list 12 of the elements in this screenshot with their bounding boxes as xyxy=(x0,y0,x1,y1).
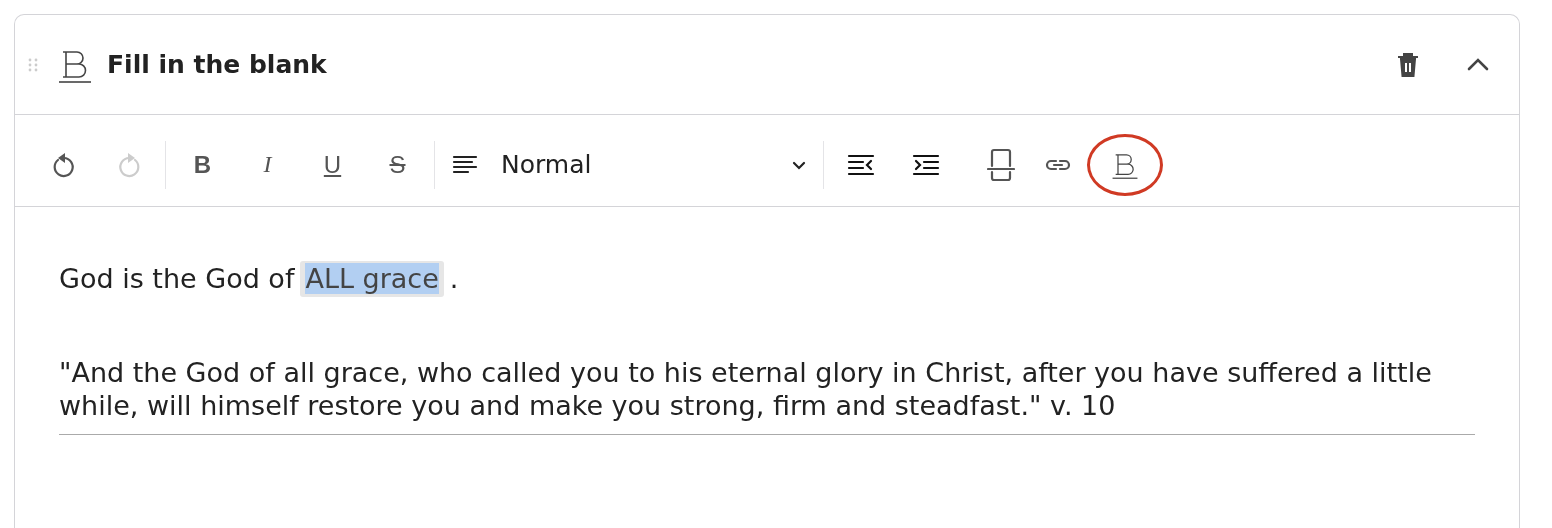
strike-button[interactable]: S xyxy=(365,144,430,185)
italic-button[interactable]: I xyxy=(235,144,300,185)
format-dropdown[interactable]: Normal xyxy=(439,144,819,185)
period-text: . xyxy=(449,263,459,296)
bold-button[interactable]: B xyxy=(170,144,235,185)
block-title: Fill in the blank xyxy=(107,50,328,79)
sentence-text: God is the God of xyxy=(59,263,295,296)
blank-answer[interactable]: ALL grace xyxy=(300,261,444,298)
underline-button[interactable]: U xyxy=(300,144,365,185)
quote-paragraph: "And the God of all grace, who called you to his eternal glory in Christ, after you have suffered a little while, will himself restore you and make you strong, firm and steadfast." v. 10 xyxy=(59,357,1433,423)
blank-button[interactable] xyxy=(1087,133,1163,196)
blank-line-icon xyxy=(986,147,1015,182)
